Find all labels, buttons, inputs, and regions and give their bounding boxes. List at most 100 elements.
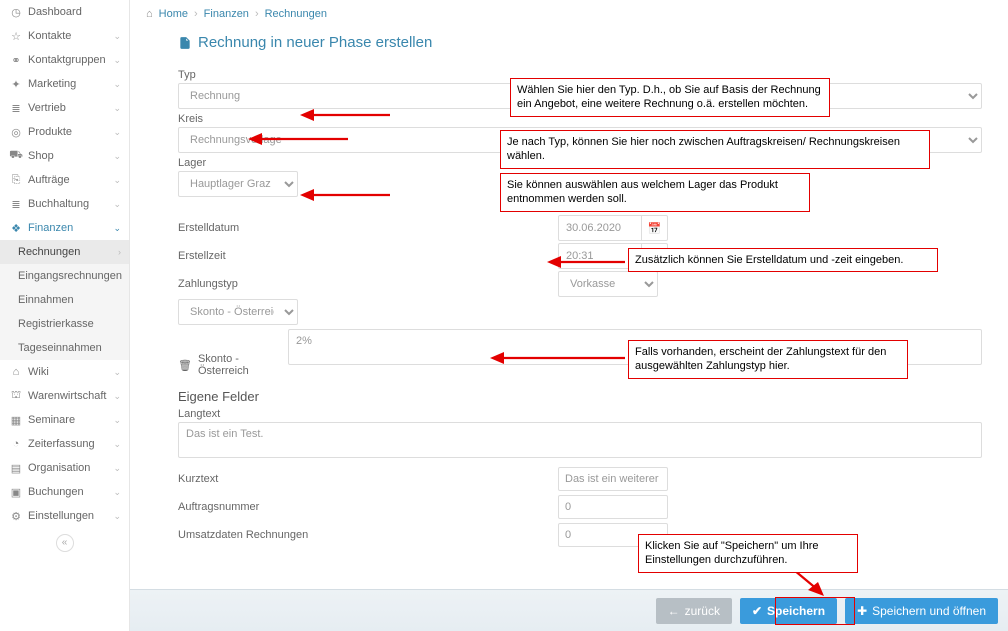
main: ⌂ Home › Finanzen › Rechnungen Rechnung … bbox=[130, 0, 1008, 631]
langtext-textarea[interactable]: Das ist ein Test. bbox=[178, 422, 982, 458]
chevron-down-icon: ⌄ bbox=[113, 55, 121, 66]
chevron-down-icon: ⌄ bbox=[113, 79, 121, 90]
callout-lager: Sie können auswählen aus welchem Lager d… bbox=[500, 173, 810, 212]
back-button[interactable]: ←zurück bbox=[656, 598, 732, 624]
page-title: Rechnung in neuer Phase erstellen bbox=[178, 34, 992, 51]
box-icon: ⛫ bbox=[10, 390, 22, 402]
callout-typ: Wählen Sie hier den Typ. D.h., ob Sie au… bbox=[510, 78, 830, 117]
crumb-rechnungen[interactable]: Rechnungen bbox=[265, 8, 327, 20]
calendar-icon: ▣ bbox=[10, 486, 22, 498]
zahlungstyp-label: Zahlungstyp bbox=[178, 278, 438, 290]
chevron-down-icon: ⌄ bbox=[113, 223, 121, 234]
sidebar-item-buchungen[interactable]: ▣Buchungen⌄ bbox=[0, 480, 129, 504]
sidebar-item-zeiterfassung[interactable]: ◔Zeiterfassung⌄ bbox=[0, 432, 129, 456]
arrow-lager bbox=[300, 185, 390, 205]
skonto-select[interactable]: Skonto - Österreich bbox=[178, 299, 298, 325]
sidebar-item-produkte[interactable]: ◎Produkte⌄ bbox=[0, 120, 129, 144]
chevron-down-icon: ⌄ bbox=[113, 199, 121, 210]
sidebar-item-shop[interactable]: ⛟Shop⌄ bbox=[0, 144, 129, 168]
file-icon bbox=[178, 36, 192, 50]
umsatz-label: Umsatzdaten Rechnungen bbox=[178, 529, 438, 541]
breadcrumb: ⌂ Home › Finanzen › Rechnungen bbox=[146, 8, 992, 20]
trash-icon[interactable]: 🗑 bbox=[178, 359, 192, 372]
sidebar-item-eingangsrechnungen[interactable]: Eingangsrechnungen bbox=[0, 264, 129, 288]
presentation-icon: ▦ bbox=[10, 414, 22, 426]
hat-icon: ⌂ bbox=[10, 366, 22, 378]
zahlungstyp-select[interactable]: Vorkasse bbox=[558, 271, 658, 297]
sidebar-item-einstellungen[interactable]: ⚙Einstellungen⌄ bbox=[0, 504, 129, 528]
sidebar-item-kontakte[interactable]: ☆Kontakte⌄ bbox=[0, 24, 129, 48]
chevron-right-icon: › bbox=[118, 247, 121, 257]
sidebar-item-einnahmen[interactable]: Einnahmen bbox=[0, 288, 129, 312]
chevron-down-icon: ⌄ bbox=[113, 31, 121, 42]
clock-icon: ◔ bbox=[10, 438, 22, 450]
sidebar-item-marketing[interactable]: ✦Marketing⌄ bbox=[0, 72, 129, 96]
sidebar-item-tageseinnahmen[interactable]: Tageseinnahmen bbox=[0, 336, 129, 360]
save-open-button[interactable]: ✚Speichern und öffnen bbox=[845, 598, 998, 624]
sidebar-collapse[interactable]: « bbox=[0, 528, 129, 558]
sidebar-item-rechnungen[interactable]: Rechnungen› bbox=[0, 240, 129, 264]
cart-icon: ⛟ bbox=[10, 150, 22, 162]
callout-kreis: Je nach Typ, können Sie hier noch zwisch… bbox=[500, 130, 930, 169]
arrow-left-icon: ← bbox=[668, 604, 680, 618]
callout-speichern: Klicken Sie auf "Speichern" um Ihre Eins… bbox=[638, 534, 858, 573]
arrow-kreis bbox=[248, 128, 348, 150]
chevron-down-icon: ⌄ bbox=[113, 127, 121, 138]
erstelldatum-input[interactable] bbox=[558, 215, 642, 241]
chevron-down-icon: ⌄ bbox=[113, 487, 121, 498]
erstelldatum-label: Erstelldatum bbox=[178, 222, 438, 234]
footer-bar: ←zurück ✔Speichern ✚Speichern und öffnen bbox=[130, 589, 1008, 631]
calendar-icon[interactable]: 📅 bbox=[642, 215, 668, 241]
sidebar-item-finanzen[interactable]: ❖Finanzen⌄ bbox=[0, 216, 129, 240]
chevron-down-icon: ⌄ bbox=[113, 511, 121, 522]
check-icon: ✔ bbox=[752, 604, 762, 618]
chevron-down-icon: ⌄ bbox=[113, 367, 121, 378]
eigene-felder-head: Eigene Felder bbox=[178, 389, 982, 404]
kurztext-input[interactable] bbox=[558, 467, 668, 491]
sidebar-item-auftraege[interactable]: ⎘Aufträge⌄ bbox=[0, 168, 129, 192]
chevron-down-icon: ⌄ bbox=[113, 175, 121, 186]
sidebar-item-kontaktgruppen[interactable]: ⚭Kontaktgruppen⌄ bbox=[0, 48, 129, 72]
auftragsnr-input[interactable] bbox=[558, 495, 668, 519]
plus-icon: ✚ bbox=[857, 604, 867, 618]
org-icon: ▤ bbox=[10, 462, 22, 474]
sidebar-item-dashboard[interactable]: ◷Dashboard bbox=[0, 0, 129, 24]
sidebar: ◷Dashboard ☆Kontakte⌄ ⚭Kontaktgruppen⌄ ✦… bbox=[0, 0, 130, 631]
arrow-datum bbox=[547, 252, 625, 272]
dashboard-icon: ◷ bbox=[10, 6, 22, 18]
chevron-down-icon: ⌄ bbox=[113, 415, 121, 426]
sidebar-item-wiki[interactable]: ⌂Wiki⌄ bbox=[0, 360, 129, 384]
erstellzeit-label: Erstellzeit bbox=[178, 250, 438, 262]
chevron-down-icon: ⌄ bbox=[113, 439, 121, 450]
chevron-down-icon: ⌄ bbox=[113, 151, 121, 162]
clipboard-icon: ⎘ bbox=[10, 174, 22, 186]
callout-datum: Zusätzlich können Sie Erstelldatum und -… bbox=[628, 248, 938, 272]
crumb-home[interactable]: Home bbox=[159, 8, 188, 20]
megaphone-icon: ✦ bbox=[10, 78, 22, 90]
tag-icon: ◎ bbox=[10, 126, 22, 138]
crumb-finanzen[interactable]: Finanzen bbox=[204, 8, 249, 20]
save-button[interactable]: ✔Speichern bbox=[740, 598, 837, 624]
sidebar-item-seminare[interactable]: ▦Seminare⌄ bbox=[0, 408, 129, 432]
callout-zahlungstext: Falls vorhanden, erscheint der Zahlungst… bbox=[628, 340, 908, 379]
home-icon: ⌂ bbox=[146, 8, 153, 20]
langtext-label: Langtext bbox=[178, 408, 982, 420]
sidebar-item-buchhaltung[interactable]: ≣Buchhaltung⌄ bbox=[0, 192, 129, 216]
lager-select[interactable]: Hauptlager Graz bbox=[178, 171, 298, 197]
auftragsnr-label: Auftragsnummer bbox=[178, 501, 438, 513]
sidebar-item-vertrieb[interactable]: ≣Vertrieb⌄ bbox=[0, 96, 129, 120]
sidebar-item-registrierkasse[interactable]: Registrierkasse bbox=[0, 312, 129, 336]
chevron-down-icon: ⌄ bbox=[113, 103, 121, 114]
arrow-zahlungstext bbox=[490, 348, 625, 368]
book-icon: ≣ bbox=[10, 198, 22, 210]
chevron-left-icon: « bbox=[56, 534, 74, 552]
kurztext-label: Kurztext bbox=[178, 473, 438, 485]
users-icon: ⚭ bbox=[10, 54, 22, 66]
user-icon: ☆ bbox=[10, 30, 22, 42]
sidebar-item-warenwirtschaft[interactable]: ⛫Warenwirtschaft⌄ bbox=[0, 384, 129, 408]
skonto-row-label: 🗑 Skonto - Österreich bbox=[178, 329, 278, 377]
chevron-down-icon: ⌄ bbox=[113, 463, 121, 474]
sidebar-item-organisation[interactable]: ▤Organisation⌄ bbox=[0, 456, 129, 480]
money-icon: ❖ bbox=[10, 222, 22, 234]
chart-icon: ≣ bbox=[10, 102, 22, 114]
